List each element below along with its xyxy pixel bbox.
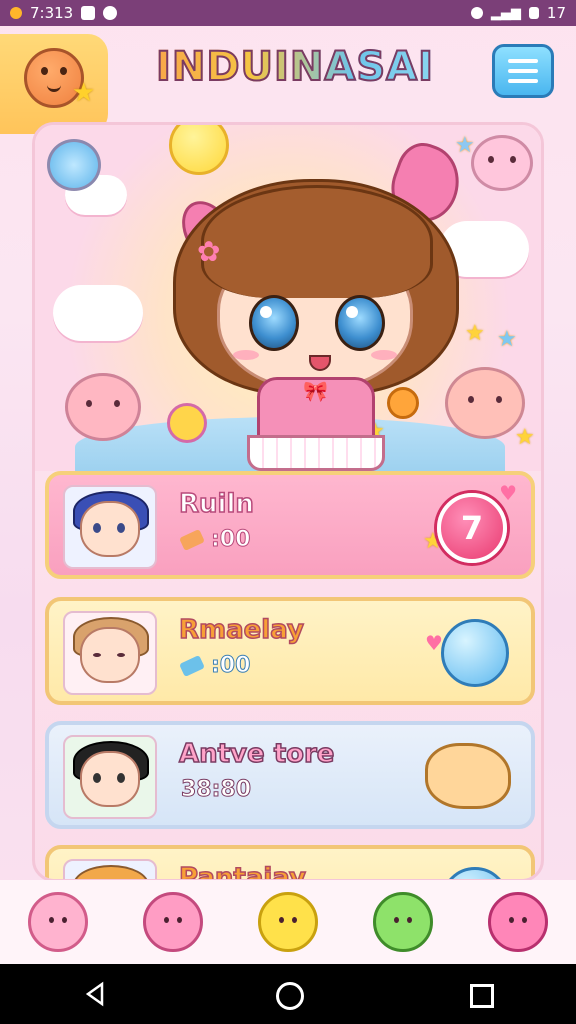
logo-badge[interactable]: ★ bbox=[0, 34, 108, 134]
card-stat: :00 bbox=[179, 527, 251, 553]
avatar bbox=[63, 735, 157, 819]
back-icon bbox=[85, 981, 104, 1007]
app-header: ★ INDUINASAI bbox=[0, 26, 576, 134]
nav-pink-bunny[interactable] bbox=[135, 884, 211, 960]
home-icon bbox=[276, 982, 304, 1010]
system-nav-bar bbox=[0, 964, 576, 1024]
level-badge: 7 bbox=[437, 493, 507, 563]
ribbon-icon: 🎀 bbox=[303, 379, 328, 403]
app-title: INDUINASAI bbox=[150, 43, 440, 91]
status-time: 7:313 bbox=[30, 4, 74, 22]
nav-pink-critter[interactable] bbox=[20, 884, 96, 960]
yellow-chick-icon bbox=[257, 892, 318, 952]
battery-icon bbox=[528, 7, 539, 19]
alarm-icon bbox=[470, 7, 483, 19]
avatar bbox=[63, 611, 157, 695]
character-eye bbox=[249, 295, 299, 351]
back-button[interactable] bbox=[76, 974, 116, 1014]
star-icon: ★ bbox=[497, 327, 517, 352]
bottom-nav bbox=[0, 880, 576, 964]
avatar bbox=[63, 859, 157, 879]
eraser-icon bbox=[179, 654, 205, 677]
card-title: Antve tore bbox=[178, 738, 335, 770]
nav-pink-strawberry[interactable] bbox=[480, 884, 556, 960]
pink-bunny-icon bbox=[142, 892, 203, 952]
heart-icon: ♥ bbox=[499, 481, 517, 505]
home-button[interactable] bbox=[268, 974, 308, 1014]
hero-illustration: ★ ★ ★ ★ ★ ✿ 🎀 bbox=[35, 125, 541, 477]
app-notification-icon bbox=[81, 6, 96, 20]
cloud-icon bbox=[53, 285, 143, 341]
status-bar: 7:313 ▂▄▆ 17 bbox=[0, 0, 576, 26]
nav-yellow-chick[interactable] bbox=[250, 884, 326, 960]
card-title: Rmaelay bbox=[178, 614, 304, 646]
character-card[interactable]: Rmaelay :00 ♥ bbox=[45, 597, 535, 705]
character-card[interactable]: Pantaiay bbox=[45, 845, 535, 879]
character-eye bbox=[335, 295, 385, 351]
puppy-icon bbox=[425, 743, 511, 809]
menu-button[interactable] bbox=[492, 44, 554, 98]
star-icon: ★ bbox=[465, 321, 485, 346]
pink-critter-icon bbox=[27, 892, 88, 952]
bubble-icon bbox=[441, 619, 509, 687]
main-panel: ★ ★ ★ ★ ★ ✿ 🎀 Ruiln bbox=[32, 122, 544, 882]
green-dino-icon bbox=[373, 892, 434, 952]
card-stat: 38:80 bbox=[180, 777, 252, 803]
recents-icon bbox=[470, 984, 494, 1008]
character-card[interactable]: Antve tore 38:80 bbox=[45, 721, 535, 829]
nav-green-dino[interactable] bbox=[365, 884, 441, 960]
avatar bbox=[63, 485, 157, 569]
hair-flower-icon: ✿ bbox=[197, 235, 221, 268]
girl-character-illustration: ✿ 🎀 bbox=[163, 136, 471, 471]
card-stat: :00 bbox=[179, 653, 251, 679]
recents-button[interactable] bbox=[460, 974, 500, 1014]
character-card[interactable]: Ruiln :00 ★ ♥ 7 bbox=[45, 471, 535, 579]
card-title: Ruiln bbox=[178, 488, 254, 520]
signal-icon: ▂▄▆ bbox=[490, 5, 521, 21]
pink-pig-critter-icon bbox=[471, 135, 533, 191]
pink-strawberry-icon bbox=[488, 892, 549, 952]
star-icon: ★ bbox=[72, 78, 96, 108]
notification-icon bbox=[10, 7, 22, 19]
hamburger-icon bbox=[508, 59, 538, 63]
chat-notification-icon bbox=[103, 6, 118, 20]
status-right-text: 17 bbox=[546, 4, 566, 22]
pink-bear-critter-icon bbox=[65, 373, 141, 441]
star-icon: ★ bbox=[515, 425, 535, 450]
blue-puffball-icon bbox=[47, 139, 101, 191]
bandage-icon bbox=[179, 528, 205, 551]
